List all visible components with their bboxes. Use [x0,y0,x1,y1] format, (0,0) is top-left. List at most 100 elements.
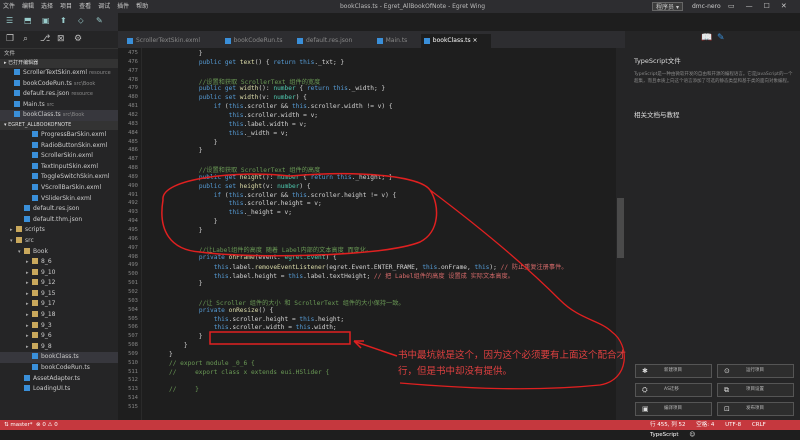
open-editor-item[interactable]: bookCodeRun.ts src\Book [0,79,118,90]
cursor-position[interactable]: 行 455, 列 52 [650,422,686,428]
code-line[interactable]: this._width = v; [169,130,289,137]
code-line[interactable]: public set height(v: number) { [169,183,311,190]
tree-item[interactable]: ToggleSwitchSkin.exml [0,172,118,183]
tree-item[interactable]: ScrollerSkin.exml [0,151,118,162]
tab-maints[interactable]: Main.ts [374,34,419,48]
tree-item[interactable]: ▸ 9_10 [0,268,118,279]
layout-icon[interactable]: ▣ [42,16,50,25]
tree-item[interactable]: ▸ 8_6 [0,257,118,268]
tree-item[interactable]: VSliderSkin.exml [0,194,118,205]
menu-item[interactable]: 项目 [60,3,72,10]
code-line[interactable]: if (this.scroller && this.scroller.width… [169,103,393,110]
code-line[interactable]: //设置和获取 ScrollerText 组件的高度 [169,165,320,174]
tree-item[interactable]: VScrollBarSkin.exml [0,183,118,194]
open-editor-item[interactable]: default.res.json resource [0,89,118,100]
code-line[interactable]: // export module _0_6 { [169,360,255,367]
tag-icon[interactable]: ⬦ [78,16,84,26]
tree-item[interactable]: ▸ 9_3 [0,321,118,332]
code-line[interactable]: public get width(): number { return this… [169,85,385,92]
code-line[interactable]: private onResize() { [169,307,274,314]
build-project-button[interactable]: ▣ 编译项目 [635,402,712,416]
project-section[interactable]: ▾ EGRET_ALLBOOKOFNOTE [0,120,118,130]
open-editor-item[interactable]: bookClass.ts src\Book [0,110,118,121]
indent-setting[interactable]: 空格: 4 [696,422,714,428]
brush-icon[interactable]: ✎ [717,33,725,43]
scrollbar-thumb[interactable] [617,198,624,258]
tree-item[interactable]: ▾ Book [0,247,118,258]
code-line[interactable]: } [169,50,203,57]
code-line[interactable]: } [169,342,188,349]
tree-item[interactable]: ▸ 9_12 [0,278,118,289]
code-line[interactable]: this.scroller.height = this.height; [169,316,344,323]
git-icon[interactable]: ⎇ [40,34,50,44]
tab-scrollertextskinexml[interactable]: ScrollerTextSkin.exml [124,34,220,48]
code-line[interactable]: } [169,351,173,358]
code-line[interactable]: public get height(): number { return thi… [169,174,393,181]
open-editor-item[interactable]: ScrollerTextSkin.exml resource [0,68,118,79]
new-project-button[interactable]: ✱ 新建项目 [635,364,712,378]
code-line[interactable]: this.label.height = this.label.textHeigh… [169,271,514,280]
code-line[interactable]: private onFrame(event: egret.Event) { [169,254,337,261]
publish-project-button[interactable]: ⊡ 发布项目 [717,402,794,416]
menu-item[interactable]: 选择 [41,3,53,10]
tree-item[interactable]: TextInputSkin.exml [0,162,118,173]
book-icon[interactable]: 📖 [701,33,712,43]
open-editor-item[interactable]: Main.ts src [0,100,118,111]
code-line[interactable]: //让Label组件的高度 随着 Label内部的文本高度 而变化。 [169,245,372,254]
code-line[interactable]: this.scroller.width = this.width; [169,324,337,331]
tab-bookclassts[interactable]: bookClass.ts × [420,34,492,48]
files-icon[interactable]: ❐ [6,34,14,44]
tab-defaultresjson[interactable]: default.res.json [294,34,372,48]
tree-item[interactable]: LoadingUI.ts [0,384,118,395]
code-line[interactable]: this.scroller.width = v; [169,112,318,119]
tree-item[interactable]: ▸ 9_6 [0,331,118,342]
tree-item[interactable]: RadioButtonSkin.exml [0,141,118,152]
code-line[interactable]: } [169,218,218,225]
file-encoding[interactable]: UTF-8 [725,422,741,428]
menu-item[interactable]: 文件 [3,3,15,10]
feedback-icon[interactable]: ☺ [689,432,695,438]
code-line[interactable]: } [169,139,218,146]
code-line[interactable]: this.label.removeEventListener(egret.Eve… [169,262,568,271]
code-line[interactable]: // } [169,386,199,393]
tree-item[interactable]: ▸ 9_18 [0,310,118,321]
user-name[interactable]: dmc-nero [692,0,721,13]
tree-item[interactable]: bookCodeRun.ts [0,363,118,374]
tree-item[interactable]: ▸ scripts [0,225,118,236]
menu-item[interactable]: 编辑 [22,3,34,10]
run-project-button[interactable]: ⊙ 运行项目 [717,364,794,378]
settings-icon[interactable]: ⚙ [74,34,82,44]
menu-item[interactable]: 调试 [98,3,110,10]
tree-item[interactable]: default.res.json [0,204,118,215]
search-icon[interactable]: ⌕ [23,34,28,44]
language-mode[interactable]: TypeScript [650,432,679,438]
code-line[interactable]: public get text() { return this._txt; } [169,59,344,66]
code-line[interactable]: //设置和获取 ScrollerText 组件的宽度 [169,77,320,86]
tree-item[interactable]: ▸ 9_8 [0,342,118,353]
project-settings-button[interactable]: ⧉ 项目设置 [717,383,794,397]
tree-item[interactable]: bookClass.ts [0,352,118,364]
tree-item[interactable]: ProgressBarSkin.exml [0,130,118,141]
git-branch[interactable]: ⇅ master* [4,422,33,428]
code-line[interactable]: this.label.width = v; [169,121,307,128]
extensions-icon[interactable]: ⊠ [57,34,65,44]
menu-item[interactable]: 帮助 [136,3,148,10]
code-line[interactable]: // export class x extends eui.HSlider { [169,369,329,376]
code-line[interactable]: } [169,280,203,287]
code-line[interactable]: public set width(v: number) { [169,94,307,101]
code-line[interactable]: this._height = v; [169,209,292,216]
minimize-icon[interactable]: — [746,2,753,10]
code-line[interactable]: } [169,333,203,340]
tree-item[interactable]: ▾ src [0,236,118,247]
tab-bookcoderunts[interactable]: bookCodeRun.ts [222,34,292,48]
problem-count[interactable]: ⊗ 0 ⚠ 0 [36,422,58,428]
close-icon[interactable]: ✕ [781,2,787,10]
program-selector[interactable]: 程序员 ▾ [652,2,683,11]
edit-icon[interactable]: ✎ [96,16,103,25]
restore-icon[interactable]: ▭ [728,2,735,10]
tree-item[interactable]: AssetAdapter.ts [0,374,118,385]
code-line[interactable]: } [169,227,203,234]
menu-icon[interactable]: ☰ [6,16,13,25]
panel-icon[interactable]: ⬒ [24,16,32,25]
maximize-icon[interactable]: ☐ [764,2,770,10]
